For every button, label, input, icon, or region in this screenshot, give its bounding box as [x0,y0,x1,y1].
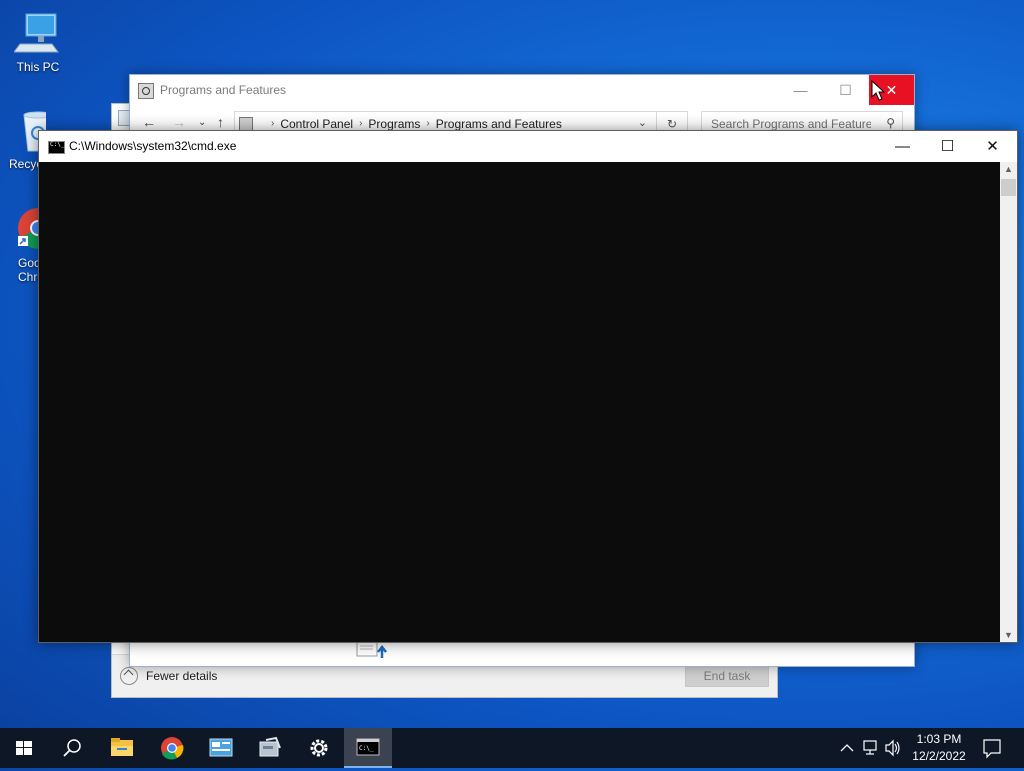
action-center-button[interactable] [976,728,1006,768]
taskbar-control-panel[interactable] [197,728,245,768]
scroll-up-arrow-icon[interactable]: ▲ [1000,164,1017,174]
up-arrow-icon[interactable]: ↑ [217,114,224,130]
svg-text:C:\_: C:\_ [359,745,374,752]
search-icon: ⚲ [886,116,895,130]
taskbar: C:\_ 1:03 PM 12/2/2022 [0,728,1024,768]
file-explorer-icon [111,738,133,756]
computer-icon [13,10,62,58]
chevron-up-icon [120,667,138,685]
console-output-area[interactable] [39,162,1000,642]
control-panel-icon [209,738,233,757]
mouse-cursor-icon [871,79,886,105]
refresh-icon: ↻ [666,117,678,131]
notification-icon [983,739,1001,759]
taskbar-settings[interactable] [295,728,343,768]
system-tray [837,728,903,768]
end-task-button[interactable]: End task [685,665,769,687]
back-arrow-icon[interactable]: ← [142,114,156,130]
control-panel-icon [239,117,253,131]
breadcrumb: › Control Panel › Programs › Programs an… [271,117,562,131]
fewer-details-button[interactable]: Fewer details [120,667,217,685]
cmd-window-title: C:\Windows\system32\cmd.exe [69,139,237,153]
forward-arrow-icon[interactable]: → [172,114,186,130]
address-dropdown-chevron-icon[interactable]: ⌄ [638,116,647,129]
taskbar-cmd[interactable]: C:\_ [344,728,392,768]
programs-icon [259,736,281,757]
taskbar-programs[interactable] [246,728,294,768]
taskbar-google-chrome[interactable] [148,728,196,768]
desktop-icon-label: This PC [16,60,60,74]
maximize-button[interactable]: ☐ [925,131,970,162]
settings-icon [310,739,328,757]
fewer-details-label: Fewer details [146,669,218,683]
minimize-button[interactable]: — [880,131,925,162]
maximize-button[interactable]: ☐ [823,75,868,105]
cmd-window: C:\Windows\system32\cmd.exe — ☐ ✕ ▲ ▼ [38,130,1018,643]
google-chrome-icon [161,737,184,760]
breadcrumb-programs[interactable]: Programs [368,117,420,131]
volume-icon[interactable] [885,739,900,757]
minimize-button[interactable]: — [778,75,823,105]
scroll-down-arrow-icon[interactable]: ▼ [1000,630,1017,640]
taskbar-search-button[interactable] [48,728,96,768]
network-icon[interactable] [863,740,877,755]
scrollbar-thumb[interactable] [1001,179,1016,196]
pf-title-bar[interactable]: Programs and Features — ☐ ✕ [130,75,914,105]
upload-icon [356,640,390,660]
cmd-icon: C:\_ [356,738,380,756]
cmd-icon [48,141,65,154]
vertical-scrollbar[interactable]: ▲ ▼ [1000,162,1017,642]
desktop-icon-this-pc[interactable]: This PC [0,10,76,74]
clock-date: 12/2/2022 [912,749,966,763]
breadcrumb-control-panel[interactable]: Control Panel [280,117,353,131]
show-hidden-icons-chevron-icon[interactable] [840,744,854,752]
cmd-title-bar[interactable]: C:\Windows\system32\cmd.exe — ☐ ✕ [39,131,1017,162]
close-button[interactable]: ✕ [970,131,1015,162]
search-icon [63,739,81,757]
taskbar-clock[interactable]: 1:03 PM 12/2/2022 [906,731,972,765]
windows-logo-icon [16,741,32,755]
clock-time: 1:03 PM [916,732,962,746]
taskbar-file-explorer[interactable] [98,728,146,768]
recent-locations-chevron-icon[interactable]: ⌄ [198,117,206,128]
start-button[interactable] [0,728,48,768]
breadcrumb-programs-and-features[interactable]: Programs and Features [436,117,562,131]
control-panel-icon [138,83,154,99]
pf-window-title: Programs and Features [160,83,287,97]
